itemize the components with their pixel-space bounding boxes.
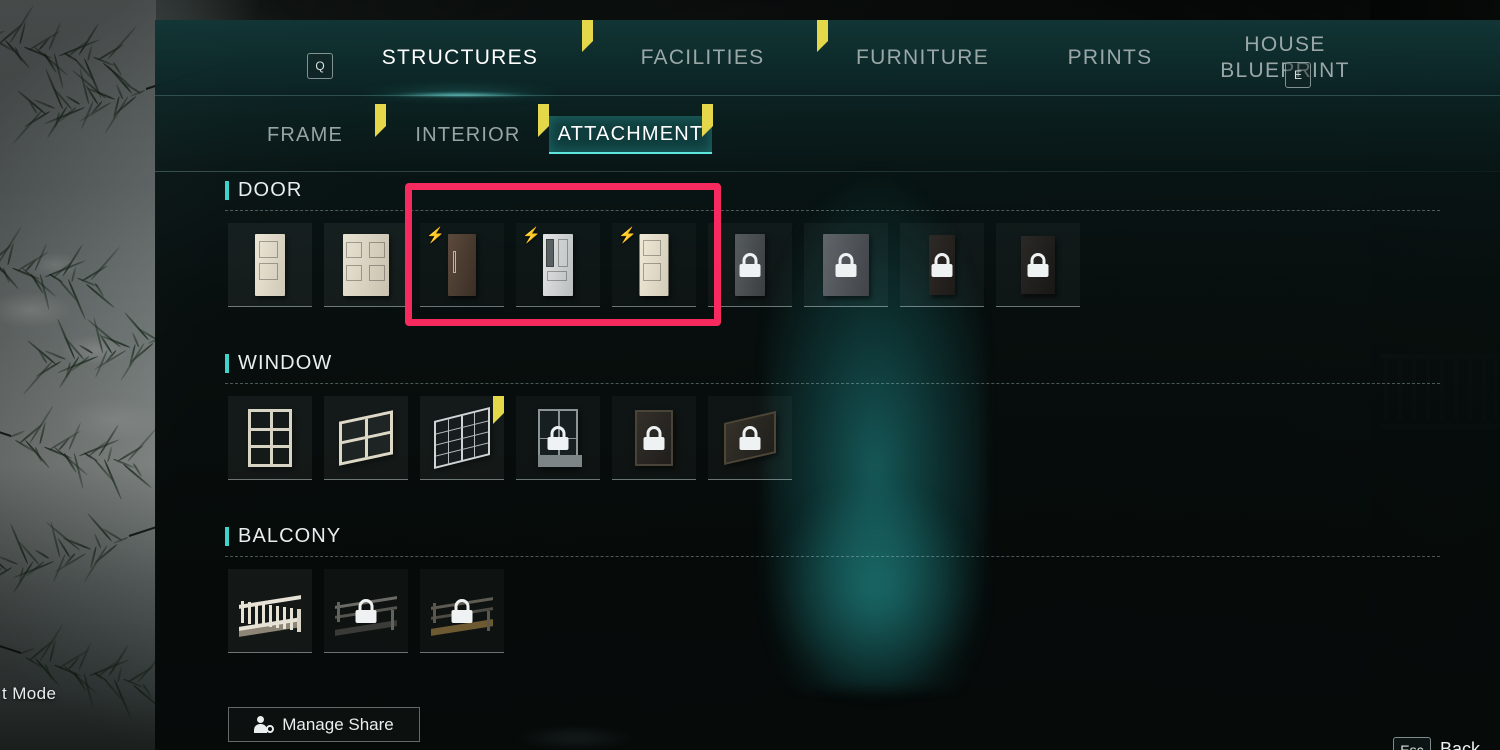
key-hint-e[interactable]: E xyxy=(1285,62,1311,88)
tab-structures[interactable]: STRUCTURES xyxy=(310,20,610,96)
subtab-attachment[interactable]: ATTACHMENT xyxy=(549,104,713,154)
tab-furniture-label: FURNITURE xyxy=(855,46,990,69)
section-accent-bar xyxy=(225,527,229,546)
item-double-panel-door-white[interactable] xyxy=(324,223,408,307)
item-steel-grid-window[interactable] xyxy=(420,396,504,480)
back-label: Back xyxy=(1439,739,1480,750)
item-four-pane-window[interactable] xyxy=(324,396,408,480)
item-white-glass-door[interactable]: ⚡ xyxy=(516,223,600,307)
top-navigation-bar: Q STRUCTURES FACILITIES FURNITURE PRINTS xyxy=(155,20,1500,96)
section-balcony-divider xyxy=(225,556,1440,557)
tab-prints[interactable]: PRINTS xyxy=(1035,20,1185,96)
tab-structures-label: STRUCTURES xyxy=(381,46,539,69)
subtab-attachment-label: ATTACHMENT xyxy=(557,122,704,145)
key-hint-esc[interactable]: Esc xyxy=(1392,737,1431,750)
marker-triangle-icon xyxy=(375,104,386,137)
item-dark-stone-window[interactable] xyxy=(612,396,696,480)
lock-icon xyxy=(835,252,857,277)
window-item-grid xyxy=(228,396,792,480)
item-grey-double-door[interactable] xyxy=(804,223,888,307)
item-dark-rail-balcony[interactable] xyxy=(324,569,408,653)
item-cream-panel-door[interactable]: ⚡ xyxy=(612,223,696,307)
background-faint-glow xyxy=(485,720,665,750)
lock-icon xyxy=(547,425,569,450)
person-gear-icon xyxy=(254,716,275,733)
lock-icon xyxy=(739,425,761,450)
item-wood-rail-balcony[interactable] xyxy=(420,569,504,653)
mode-status-label: t Mode xyxy=(2,684,57,703)
item-white-rail-balcony[interactable] xyxy=(228,569,312,653)
lock-icon xyxy=(451,598,473,623)
section-accent-bar xyxy=(225,354,229,373)
back-control-group[interactable]: Esc Back xyxy=(1392,737,1480,750)
marker-triangle-icon xyxy=(702,104,713,137)
subtab-interior[interactable]: INTERIOR xyxy=(388,104,549,154)
lock-icon xyxy=(739,252,761,277)
marker-triangle-icon xyxy=(582,20,593,52)
tab-facilities-label: FACILITIES xyxy=(640,46,765,69)
manage-share-button[interactable]: Manage Share xyxy=(228,707,420,742)
section-window-title: WINDOW xyxy=(238,352,333,374)
marker-triangle-icon xyxy=(538,104,549,137)
lock-icon xyxy=(355,598,377,623)
tab-facilities[interactable]: FACILITIES xyxy=(595,20,828,96)
section-window-divider xyxy=(225,383,1440,384)
subtab-interior-label: INTERIOR xyxy=(415,123,521,146)
tab-furniture[interactable]: FURNITURE xyxy=(815,20,1030,96)
lock-icon xyxy=(931,252,953,277)
tab-prints-label: PRINTS xyxy=(1067,46,1153,69)
power-bolt-icon: ⚡ xyxy=(522,227,541,244)
build-menu-panel: Q STRUCTURES FACILITIES FURNITURE PRINTS xyxy=(155,20,1500,750)
sub-tab-bar: FRAME INTERIOR ATTACHMENT xyxy=(155,96,1500,172)
section-window-header: WINDOW xyxy=(225,352,332,375)
power-bolt-icon: ⚡ xyxy=(618,227,637,244)
lock-icon xyxy=(1027,252,1049,277)
door-item-grid: ⚡ ⚡ ⚡ xyxy=(228,223,1080,307)
section-door-header: DOOR xyxy=(225,179,302,202)
manage-share-label: Manage Share xyxy=(282,714,394,734)
section-door-divider xyxy=(225,210,1440,211)
power-bolt-icon: ⚡ xyxy=(426,227,445,244)
section-balcony-title: BALCONY xyxy=(238,525,342,547)
section-door-title: DOOR xyxy=(238,179,303,201)
game-build-menu-screen: t Mode Q STRUCTURES FACILITIES FURNITURE… xyxy=(0,0,1500,750)
item-single-panel-door-white[interactable] xyxy=(228,223,312,307)
content-area: DOOR ⚡ ⚡ ⚡ WINDOW BALCONY xyxy=(155,172,1500,692)
section-balcony-header: BALCONY xyxy=(225,525,341,548)
item-flat-dark-window[interactable] xyxy=(708,396,792,480)
marker-triangle-icon xyxy=(493,396,504,424)
item-tall-grid-window[interactable] xyxy=(516,396,600,480)
lock-icon xyxy=(643,425,665,450)
subtab-frame[interactable]: FRAME xyxy=(225,104,386,154)
item-six-pane-window[interactable] xyxy=(228,396,312,480)
item-dark-slab-door[interactable] xyxy=(900,223,984,307)
item-grey-glass-door[interactable] xyxy=(708,223,792,307)
item-dark-wood-door[interactable]: ⚡ xyxy=(420,223,504,307)
balcony-item-grid xyxy=(228,569,504,653)
subtab-frame-label: FRAME xyxy=(267,123,343,146)
section-accent-bar xyxy=(225,181,229,200)
item-black-diagonal-door[interactable] xyxy=(996,223,1080,307)
